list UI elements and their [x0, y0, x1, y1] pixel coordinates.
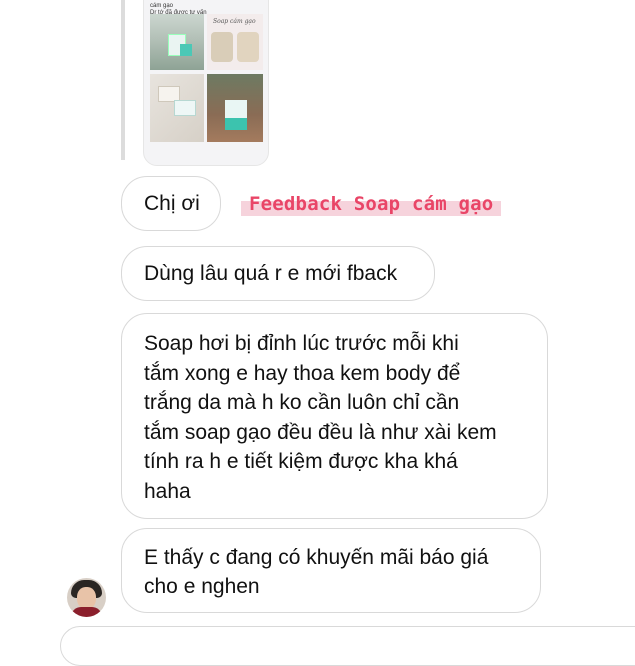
reply-quote-bar — [121, 0, 125, 160]
post-photo-outdoor — [207, 74, 263, 142]
message-bubble[interactable]: Dùng lâu quá r e mới fback — [121, 246, 435, 301]
sender-avatar[interactable] — [67, 578, 106, 617]
post-photo-product — [150, 14, 204, 70]
message-text-line: tắm soap gạo đều đều là như xài kem — [144, 420, 497, 444]
message-bubble[interactable]: E thấy c đang có khuyến mãi báo giá cho … — [121, 528, 541, 613]
message-text: Chị ơi — [144, 192, 200, 215]
message-input-partial[interactable] — [60, 626, 635, 666]
message-text-line: cho e nghen — [144, 575, 260, 598]
message-text-line: tính ra h e tiết kiệm được kha khá — [144, 450, 458, 473]
post-photo-soap-bars — [150, 74, 204, 142]
tile-label: Soap cám gạo — [213, 18, 256, 25]
message-text-line: E thấy c đang có khuyến mãi báo giá — [144, 546, 489, 569]
feedback-annotation: Feedback Soap cám gạo — [241, 189, 502, 219]
shared-post-preview[interactable]: cám gạo Dr tớ đã được tư vấn Soap cám gạ… — [143, 0, 269, 166]
post-photo-soap-hands: Soap cám gạo — [207, 14, 263, 70]
message-bubble[interactable]: Soap hơi bị đỉnh lúc trước mỗi khi tắm x… — [121, 313, 548, 519]
message-text-line: Soap hơi bị đỉnh lúc trước mỗi khi — [144, 332, 459, 355]
message-text: Dùng lâu quá r e mới fback — [144, 262, 398, 285]
message-text-line: haha — [144, 479, 191, 503]
message-text-line: tắm xong e hay thoa kem body để — [144, 361, 461, 385]
message-bubble[interactable]: Chị ơi — [121, 176, 221, 231]
message-text-line: trắng da mà h ko cần luôn chỉ cần — [144, 391, 460, 414]
